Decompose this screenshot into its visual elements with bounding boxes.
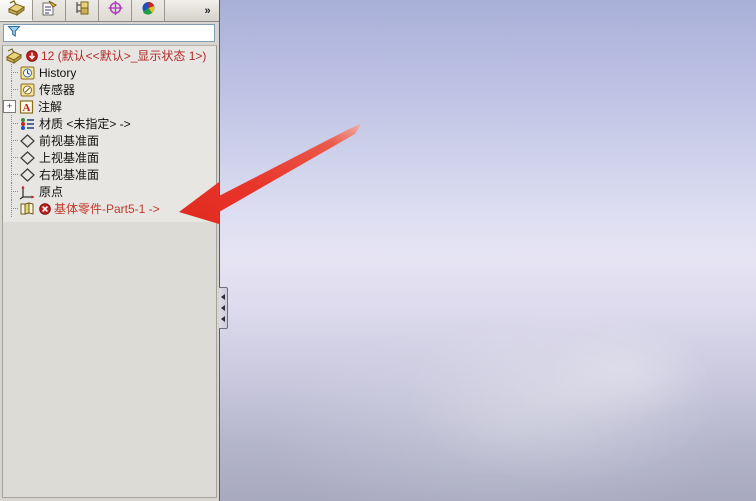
- svg-text:A: A: [23, 102, 31, 114]
- feature-tree-empty-area[interactable]: [2, 222, 217, 498]
- display-manager-tab[interactable]: [132, 0, 165, 21]
- tree-row-history[interactable]: History: [3, 64, 216, 81]
- tree-row-material[interactable]: 材质 <未指定> ->: [3, 115, 216, 132]
- tree-row-root[interactable]: 12 (默认<<默认>_显示状态 1>): [3, 47, 216, 64]
- configuration-manager-tab[interactable]: [66, 0, 99, 21]
- tree-root-label: 12 (默认<<默认>_显示状态 1>): [41, 49, 207, 63]
- solidworks-window: 3D世界网 WWW.3DSJW.COM: [0, 0, 756, 501]
- tree-item-label: 传感器: [39, 83, 76, 97]
- tree-indent-guide: [3, 149, 19, 166]
- tab-overflow-button[interactable]: »: [195, 0, 219, 21]
- tree-indent-guide: [3, 200, 19, 217]
- graphics-viewport[interactable]: 3D世界网 WWW.3DSJW.COM: [220, 0, 756, 501]
- tree-filter-box[interactable]: [3, 24, 215, 42]
- plane-icon: [19, 133, 36, 149]
- tree-indent-guide: [3, 115, 19, 132]
- tree-item-label: 右视基准面: [39, 168, 100, 182]
- part-document-icon: [5, 47, 23, 64]
- tree-row-base-part[interactable]: 基体零件-Part5-1 ->: [3, 200, 216, 217]
- expand-annotations-toggle[interactable]: +: [3, 100, 16, 113]
- tree-indent-guide: [3, 166, 19, 183]
- tree-filter-input[interactable]: [21, 26, 214, 40]
- tree-item-label: 材质 <未指定> ->: [39, 117, 131, 131]
- tree-item-label: 注解: [38, 100, 63, 114]
- tree-item-label: 前视基准面: [39, 134, 100, 148]
- sensor-icon: [19, 82, 36, 98]
- viewport-light-glow: [412, 310, 713, 481]
- feature-tree[interactable]: 12 (默认<<默认>_显示状态 1>) History 传感器 + A 注解 …: [2, 45, 217, 241]
- dimxpert-icon: [106, 0, 125, 21]
- tree-item-label: 基体零件-Part5-1 ->: [54, 202, 160, 216]
- chevron-left-icon: [221, 294, 225, 300]
- chevron-left-icon: [221, 305, 225, 311]
- feature-tree-icon: [7, 0, 26, 21]
- tree-row-sensors[interactable]: 传感器: [3, 81, 216, 98]
- tree-row-annotations[interactable]: + A 注解: [3, 98, 216, 115]
- error-icon: [39, 202, 51, 215]
- tree-indent-guide: [3, 81, 19, 98]
- dimxpert-manager-tab[interactable]: [99, 0, 132, 21]
- base-part-icon: [19, 201, 36, 217]
- tree-filter-row: [0, 22, 219, 44]
- tree-item-label: 原点: [39, 185, 64, 199]
- tab-strip-spacer: [165, 0, 195, 21]
- tree-indent-guide: [3, 132, 19, 149]
- history-icon: [19, 65, 36, 81]
- tree-row-right-plane[interactable]: 右视基准面: [3, 166, 216, 183]
- rebuild-required-icon: [26, 49, 38, 62]
- tree-row-front-plane[interactable]: 前视基准面: [3, 132, 216, 149]
- tree-indent-guide: [3, 64, 19, 81]
- plane-icon: [19, 167, 36, 183]
- tree-item-label: 上视基准面: [39, 151, 100, 165]
- origin-icon: [19, 184, 36, 200]
- display-manager-icon: [139, 0, 158, 21]
- filter-funnel-icon: [7, 24, 21, 43]
- material-icon: [19, 116, 36, 132]
- property-manager-icon: [40, 0, 59, 21]
- tree-row-top-plane[interactable]: 上视基准面: [3, 149, 216, 166]
- feature-manager-panel: » 12 (默认<<默认>_显示状态 1>) History 传感器 + A 注…: [0, 0, 220, 501]
- panel-tab-strip: »: [0, 0, 219, 22]
- tree-indent-guide: [3, 183, 19, 200]
- plane-icon: [19, 150, 36, 166]
- annotation-icon: A: [18, 99, 35, 115]
- configuration-manager-icon: [73, 0, 92, 21]
- tree-item-label: History: [39, 65, 77, 80]
- panel-splitter-handle[interactable]: [219, 287, 228, 329]
- feature-manager-tab[interactable]: [0, 0, 33, 21]
- property-manager-tab[interactable]: [33, 0, 66, 21]
- tree-row-origin[interactable]: 原点: [3, 183, 216, 200]
- chevron-left-icon: [221, 316, 225, 322]
